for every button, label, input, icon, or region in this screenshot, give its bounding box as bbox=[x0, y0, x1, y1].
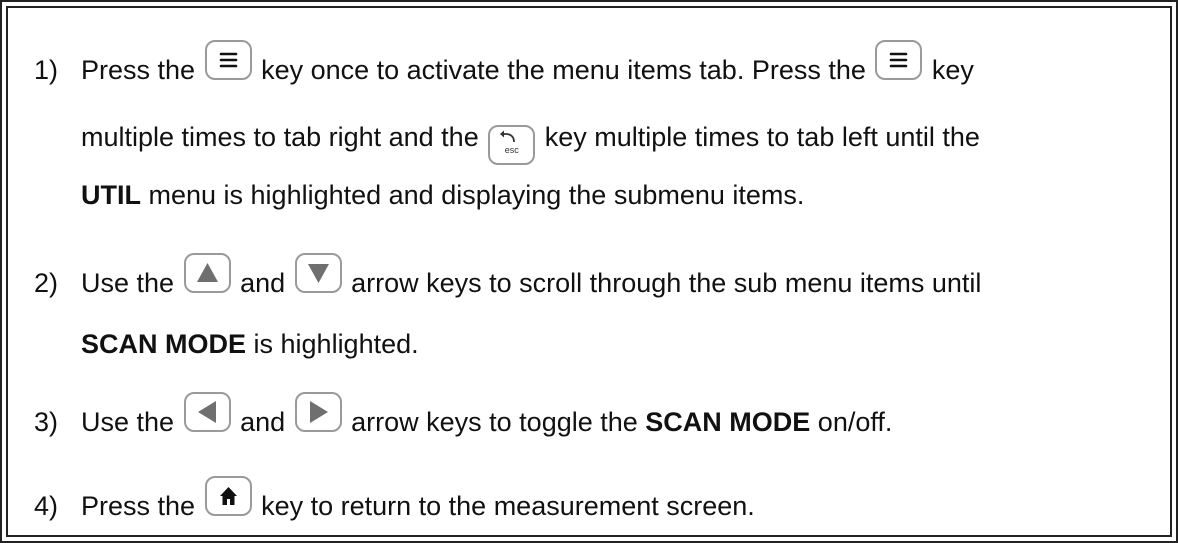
left-arrow-key-icon bbox=[183, 391, 231, 432]
step-number: 3) bbox=[34, 407, 59, 437]
step-number: 2) bbox=[34, 268, 59, 298]
menu-key-icon bbox=[875, 39, 923, 80]
right-arrow-key-icon bbox=[294, 391, 342, 432]
up-arrow-key-icon bbox=[183, 252, 231, 293]
menu-key-icon bbox=[204, 39, 252, 80]
instruction-list: 1) Press the key once to activate the me… bbox=[0, 0, 1178, 543]
down-arrow-key-icon bbox=[294, 252, 342, 293]
step-number: 1) bbox=[34, 55, 59, 85]
step-number: 4) bbox=[34, 491, 59, 521]
home-key-icon bbox=[204, 475, 252, 516]
esc-key-icon: esc bbox=[488, 124, 536, 165]
